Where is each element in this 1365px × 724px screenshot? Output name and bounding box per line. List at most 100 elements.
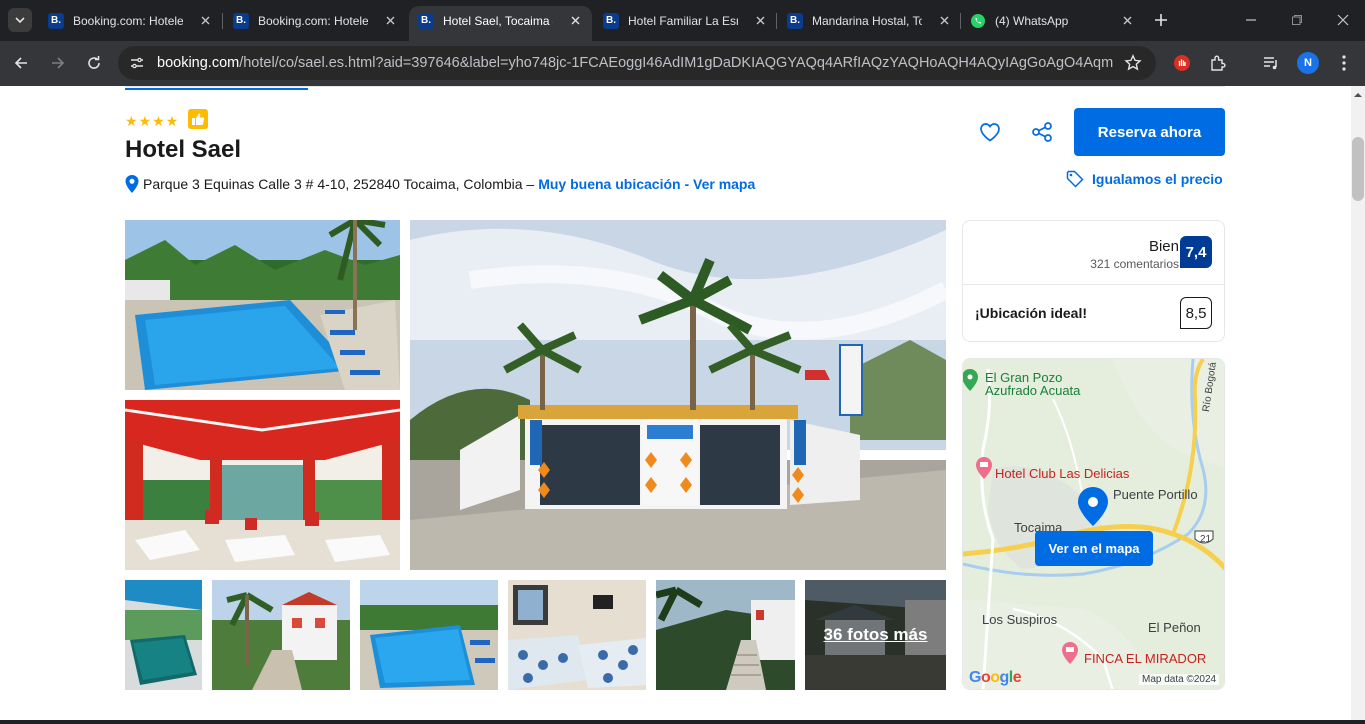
price-match-label: Igualamos el precio — [1092, 171, 1223, 187]
photo-billiards[interactable] — [125, 580, 202, 690]
share-icon[interactable] — [1030, 120, 1054, 144]
booking-favicon-icon: B. — [603, 12, 619, 29]
photo-building[interactable] — [212, 580, 350, 690]
forward-button[interactable] — [47, 52, 69, 74]
review-count: 321 comentarios — [1090, 257, 1179, 271]
tab-booking-2[interactable]: B. Booking.com: Hoteles — [233, 7, 397, 34]
photo-garden-stairs[interactable] — [656, 580, 795, 690]
thumbs-up-icon[interactable] — [188, 109, 208, 129]
tab-hotel-sael[interactable]: B. Hotel Sael, Tocaima – — [418, 7, 582, 34]
restore-button[interactable] — [1289, 12, 1305, 28]
tab-title: Booking.com: Hoteles — [258, 13, 368, 28]
tab-title: Hotel Familiar La Esm — [628, 13, 738, 28]
tab-title: Mandarina Hostal, To — [812, 13, 922, 28]
back-button[interactable] — [10, 52, 32, 74]
kebab-menu-icon[interactable] — [1333, 52, 1355, 74]
view-on-map-button[interactable]: Ver en el mapa — [1035, 531, 1153, 566]
divider — [963, 284, 1224, 285]
tab-title: Booking.com: Hoteles — [73, 13, 183, 28]
price-match-link[interactable]: Igualamos el precio — [1066, 170, 1223, 188]
star-rating: ★ ★ ★ ★ — [125, 114, 178, 128]
map-label-el-penon: El Peñon — [1148, 620, 1201, 635]
review-score-card[interactable]: Bien 321 comentarios 7,4 ¡Ubicación idea… — [962, 220, 1225, 342]
address-bar[interactable]: booking.com/hotel/co/sael.es.html?aid=39… — [118, 46, 1156, 80]
tab-booking-1[interactable]: B. Booking.com: Hoteles — [48, 7, 212, 34]
booking-favicon-icon: B. — [787, 12, 803, 29]
reserve-now-button[interactable]: Reserva ahora — [1074, 108, 1225, 156]
hotel-page: ★ ★ ★ ★ Hotel Sael Parque 3 Equinas Call… — [0, 86, 1351, 720]
taskbar-edge — [0, 720, 1365, 724]
heart-icon[interactable] — [978, 120, 1002, 144]
window-close-button[interactable] — [1335, 12, 1351, 28]
photo-more[interactable]: 36 fotos más — [805, 580, 946, 690]
whatsapp-icon — [970, 13, 986, 29]
close-icon[interactable] — [753, 13, 767, 27]
tab-separator — [222, 13, 223, 29]
review-score-text: Bien 321 comentarios — [1090, 238, 1179, 271]
map-attribution: Map data ©2024 — [1139, 674, 1220, 685]
price-tag-icon — [1066, 170, 1084, 188]
photo-bedroom[interactable] — [508, 580, 646, 690]
arrow-right-icon — [52, 57, 65, 69]
url-path: /hotel/co/sael.es.html?aid=397646&label=… — [239, 55, 1113, 71]
review-score-badge: 7,4 — [1180, 236, 1212, 268]
close-icon[interactable] — [1120, 13, 1134, 27]
reload-button[interactable] — [83, 52, 105, 74]
map-road-number: 21 — [1200, 534, 1212, 545]
nav-tab-active-indicator — [125, 88, 308, 90]
booking-favicon-icon: B. — [418, 12, 434, 29]
google-logo: Google — [969, 669, 1022, 686]
chevron-down-icon — [15, 17, 25, 24]
url-text[interactable]: booking.com/hotel/co/sael.es.html?aid=39… — [157, 55, 1113, 71]
extensions-puzzle-icon[interactable] — [1207, 52, 1229, 74]
tab-whatsapp[interactable]: (4) WhatsApp — [970, 7, 1134, 34]
scroll-up-icon[interactable] — [1354, 91, 1362, 99]
location-map[interactable]: El Gran Pozo Azufrado Acuata Río Bogotá … — [962, 358, 1225, 690]
plus-icon — [1155, 14, 1167, 26]
tab-hotel-familiar[interactable]: B. Hotel Familiar La Esm — [603, 7, 767, 34]
photo-pool-2[interactable] — [360, 580, 498, 690]
hotel-address: Parque 3 Equinas Calle 3 # 4-10, 252840 … — [124, 174, 755, 194]
map-canvas — [963, 359, 1224, 689]
map-label-hotel-club: Hotel Club Las Delicias — [995, 466, 1130, 481]
map-label-finca: FINCA EL MIRADOR — [1084, 651, 1207, 666]
close-icon[interactable] — [568, 13, 582, 27]
hotel-name: Hotel Sael — [125, 136, 242, 163]
star-icon: ★ — [165, 113, 179, 129]
tab-separator — [960, 13, 961, 29]
location-map-link[interactable]: Muy buena ubicación - Ver mapa — [538, 176, 755, 192]
profile-avatar[interactable]: N — [1297, 52, 1319, 74]
map-label-los-suspiros: Los Suspiros — [982, 612, 1058, 627]
site-settings-icon[interactable] — [129, 55, 145, 71]
photo-main-entrance[interactable] — [410, 220, 946, 570]
extension-stop-icon[interactable] — [1171, 52, 1193, 74]
star-icon: ★ — [152, 113, 165, 129]
photo-pool-1[interactable] — [125, 220, 400, 390]
media-controls-icon[interactable] — [1260, 52, 1282, 74]
map-label-puente-portillo: Puente Portillo — [1113, 487, 1198, 502]
new-tab-button[interactable] — [1151, 10, 1171, 30]
review-score-label: Bien — [1148, 238, 1179, 255]
tab-mandarina[interactable]: B. Mandarina Hostal, To — [787, 7, 951, 34]
arrow-left-icon — [14, 57, 27, 69]
photo-restaurant[interactable] — [125, 400, 400, 570]
close-icon[interactable] — [383, 13, 397, 27]
reload-icon — [88, 56, 100, 69]
location-score-badge: 8,5 — [1180, 297, 1212, 329]
scrollbar-thumb[interactable] — [1352, 137, 1364, 201]
tab-title: Hotel Sael, Tocaima – — [443, 13, 553, 28]
tab-title: (4) WhatsApp — [995, 13, 1069, 28]
more-photos-label[interactable]: 36 fotos más — [805, 580, 946, 690]
booking-favicon-icon: B. — [233, 12, 249, 29]
tab-strip: B. Booking.com: Hoteles B. Booking.com: … — [0, 0, 1365, 41]
tab-separator — [776, 13, 777, 29]
nav-tabs-divider — [125, 86, 1225, 87]
map-label-pozo-2: Azufrado Acuata — [985, 383, 1081, 398]
close-icon[interactable] — [198, 13, 212, 27]
bookmark-star-icon[interactable] — [1124, 54, 1142, 72]
minimize-button[interactable] — [1243, 12, 1259, 28]
close-icon[interactable] — [937, 13, 951, 27]
tab-search-button[interactable] — [8, 8, 32, 32]
location-score-label: ¡Ubicación ideal! — [975, 305, 1088, 321]
booking-favicon-icon: B. — [48, 12, 64, 29]
